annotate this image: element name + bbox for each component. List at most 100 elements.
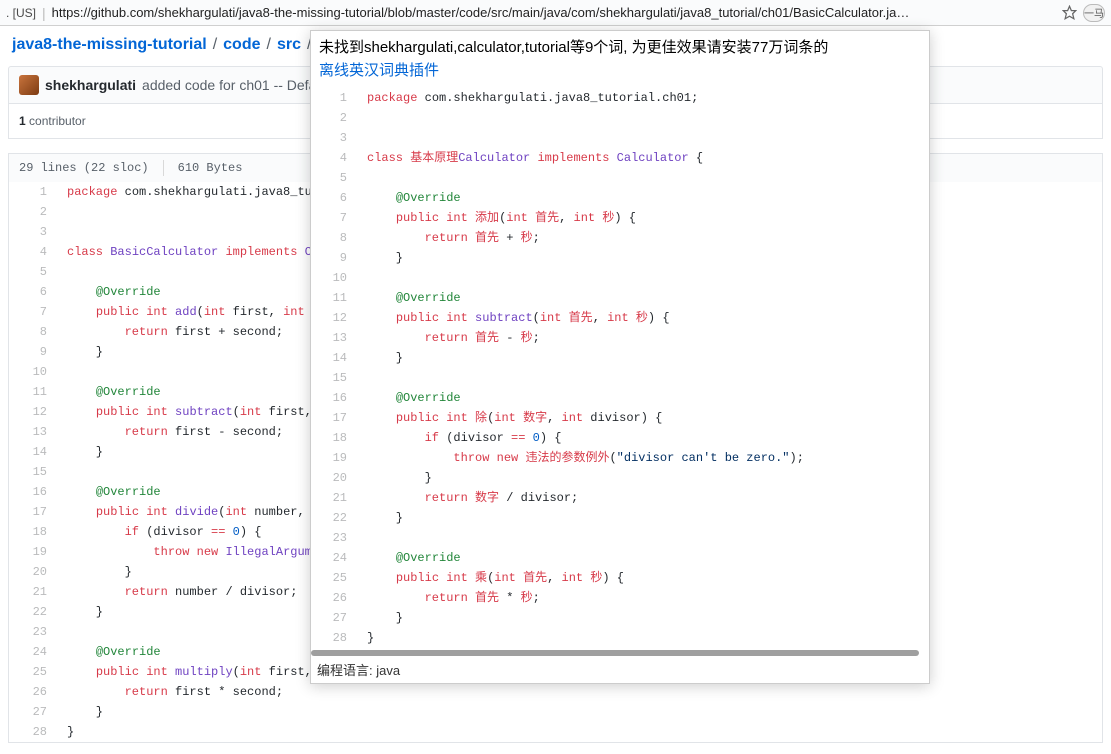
line-number[interactable]: 13	[311, 328, 357, 348]
line-content[interactable]: return 首先 * 秒;	[357, 588, 929, 608]
line-content[interactable]: }	[357, 348, 929, 368]
line-content[interactable]: public int 乘(int 首先, int 秒) {	[357, 568, 929, 588]
line-number[interactable]: 2	[9, 202, 57, 222]
line-number[interactable]: 26	[9, 682, 57, 702]
avatar[interactable]	[19, 75, 39, 95]
line-content[interactable]: }	[357, 248, 929, 268]
line-number[interactable]: 6	[311, 188, 357, 208]
line-content[interactable]	[357, 368, 929, 388]
line-number[interactable]: 27	[311, 608, 357, 628]
line-number[interactable]: 24	[9, 642, 57, 662]
line-content[interactable]: if (divisor == 0) {	[357, 428, 929, 448]
line-number[interactable]: 25	[311, 568, 357, 588]
line-number[interactable]: 20	[311, 468, 357, 488]
line-content[interactable]	[357, 108, 929, 128]
line-content[interactable]: return first * second;	[57, 682, 1102, 702]
breadcrumb-src[interactable]: src	[277, 36, 301, 54]
line-number[interactable]: 18	[311, 428, 357, 448]
line-number[interactable]: 2	[311, 108, 357, 128]
line-number[interactable]: 23	[311, 528, 357, 548]
line-number[interactable]: 6	[9, 282, 57, 302]
line-number[interactable]: 5	[9, 262, 57, 282]
line-content[interactable]: public int 添加(int 首先, int 秒) {	[357, 208, 929, 228]
breadcrumb-code[interactable]: code	[223, 36, 260, 54]
line-number[interactable]: 28	[311, 628, 357, 648]
translation-popup[interactable]: 未找到shekhargulati,calculator,tutorial等9个词…	[310, 30, 930, 684]
line-number[interactable]: 21	[9, 582, 57, 602]
bookmark-star-icon[interactable]	[1061, 5, 1077, 21]
line-content[interactable]	[357, 268, 929, 288]
line-number[interactable]: 5	[311, 168, 357, 188]
url-text[interactable]: https://github.com/shekhargulati/java8-t…	[52, 5, 1055, 20]
line-content[interactable]: }	[357, 628, 929, 648]
line-content[interactable]: }	[357, 508, 929, 528]
line-number[interactable]: 19	[9, 542, 57, 562]
line-number[interactable]: 19	[311, 448, 357, 468]
line-content[interactable]: }	[57, 702, 1102, 722]
line-content[interactable]	[357, 128, 929, 148]
profile-badge[interactable]: 一马	[1083, 4, 1105, 22]
line-number[interactable]: 12	[311, 308, 357, 328]
line-number[interactable]: 21	[311, 488, 357, 508]
line-content[interactable]: @Override	[357, 188, 929, 208]
line-content[interactable]: return 首先 + 秒;	[357, 228, 929, 248]
line-number[interactable]: 17	[9, 502, 57, 522]
line-content[interactable]: throw new 违法的参数例外("divisor can't be zero…	[357, 448, 929, 468]
line-number[interactable]: 11	[311, 288, 357, 308]
line-number[interactable]: 4	[9, 242, 57, 262]
line-number[interactable]: 1	[311, 88, 357, 108]
line-content[interactable]: }	[357, 468, 929, 488]
line-number[interactable]: 18	[9, 522, 57, 542]
line-number[interactable]: 1	[9, 182, 57, 202]
line-number[interactable]: 10	[311, 268, 357, 288]
line-number[interactable]: 12	[9, 402, 57, 422]
line-number[interactable]: 22	[311, 508, 357, 528]
breadcrumb-repo[interactable]: java8-the-missing-tutorial	[12, 36, 207, 54]
line-number[interactable]: 20	[9, 562, 57, 582]
line-number[interactable]: 14	[311, 348, 357, 368]
line-number[interactable]: 13	[9, 422, 57, 442]
line-number[interactable]: 7	[311, 208, 357, 228]
line-number[interactable]: 15	[9, 462, 57, 482]
line-number[interactable]: 3	[9, 222, 57, 242]
line-content[interactable]: @Override	[357, 388, 929, 408]
line-number[interactable]: 8	[9, 322, 57, 342]
line-content[interactable]: }	[57, 722, 1102, 742]
line-content[interactable]: }	[357, 608, 929, 628]
line-content[interactable]: @Override	[357, 548, 929, 568]
line-content[interactable]: public int subtract(int 首先, int 秒) {	[357, 308, 929, 328]
line-number[interactable]: 15	[311, 368, 357, 388]
line-number[interactable]: 7	[9, 302, 57, 322]
line-content[interactable]: return 首先 - 秒;	[357, 328, 929, 348]
line-content[interactable]: class 基本原理Calculator implements Calculat…	[357, 148, 929, 168]
line-number[interactable]: 10	[9, 362, 57, 382]
line-content[interactable]: package com.shekhargulati.java8_tutorial…	[357, 88, 929, 108]
offline-dictionary-link[interactable]: 离线英汉词典插件	[319, 60, 439, 83]
code-line: 7 public int 添加(int 首先, int 秒) {	[311, 208, 929, 228]
line-number[interactable]: 4	[311, 148, 357, 168]
line-number[interactable]: 26	[311, 588, 357, 608]
line-number[interactable]: 16	[9, 482, 57, 502]
commit-message[interactable]: added code for ch01 -- Defaul	[142, 77, 327, 93]
line-number[interactable]: 3	[311, 128, 357, 148]
line-number[interactable]: 23	[9, 622, 57, 642]
line-content[interactable]: return 数字 / divisor;	[357, 488, 929, 508]
line-number[interactable]: 16	[311, 388, 357, 408]
line-content[interactable]: public int 除(int 数字, int divisor) {	[357, 408, 929, 428]
line-number[interactable]: 8	[311, 228, 357, 248]
line-number[interactable]: 28	[9, 722, 57, 742]
line-number[interactable]: 24	[311, 548, 357, 568]
horizontal-scrollbar[interactable]	[311, 648, 929, 658]
line-content[interactable]	[357, 168, 929, 188]
line-number[interactable]: 27	[9, 702, 57, 722]
line-number[interactable]: 9	[9, 342, 57, 362]
line-content[interactable]	[357, 528, 929, 548]
line-number[interactable]: 25	[9, 662, 57, 682]
commit-author[interactable]: shekhargulati	[45, 77, 136, 93]
line-number[interactable]: 11	[9, 382, 57, 402]
line-number[interactable]: 9	[311, 248, 357, 268]
line-number[interactable]: 17	[311, 408, 357, 428]
line-number[interactable]: 14	[9, 442, 57, 462]
line-number[interactable]: 22	[9, 602, 57, 622]
line-content[interactable]: @Override	[357, 288, 929, 308]
